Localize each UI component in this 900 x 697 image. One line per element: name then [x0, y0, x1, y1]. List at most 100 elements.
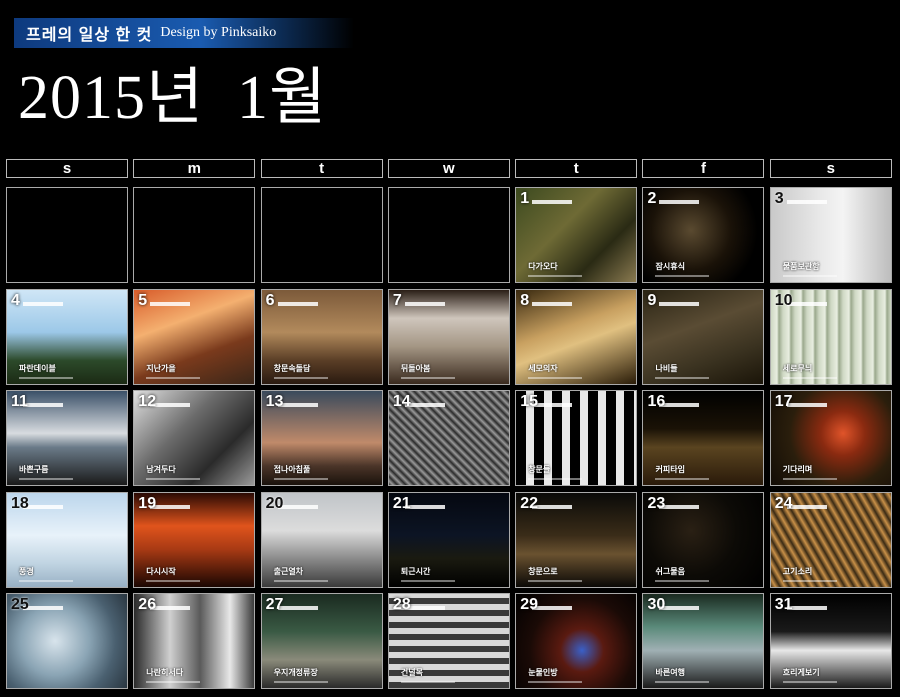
- weekday-header: s m t w t f s: [6, 159, 894, 179]
- photo-tag: [150, 403, 191, 407]
- day-caption: 다시시작: [146, 566, 176, 576]
- calendar-day-cell[interactable]: 12 남겨두다: [133, 390, 256, 486]
- calendar-day-cell[interactable]: 26 나란히서다: [133, 593, 256, 689]
- day-number: 8: [520, 291, 530, 309]
- caption-underline: [655, 478, 710, 480]
- caption-underline: [146, 681, 201, 683]
- day-number: 5: [138, 291, 148, 309]
- calendar-day-cell[interactable]: 9 나비들: [642, 288, 765, 385]
- caption-underline: [146, 579, 201, 582]
- calendar-day-cell[interactable]: 20 출근열차: [260, 491, 383, 588]
- day-number: 30: [647, 596, 666, 613]
- day-number: 21: [392, 494, 411, 512]
- day-caption: 쉬그물음: [655, 566, 685, 576]
- calendar-day-cell[interactable]: 19 다시시작: [133, 491, 256, 588]
- caption-underline: [528, 275, 583, 277]
- calendar-day-cell[interactable]: 8 세모의자: [515, 288, 638, 385]
- caption-underline: [782, 579, 837, 582]
- day-caption: 창문들: [528, 465, 551, 474]
- calendar-day-cell[interactable]: 3 물품보관함: [769, 187, 892, 283]
- calendar-day-cell[interactable]: 28 건널목: [387, 593, 510, 689]
- day-number: 4: [11, 291, 20, 309]
- day-caption: 창문속돌담: [273, 363, 311, 373]
- day-number: 13: [265, 393, 284, 410]
- day-number: 3: [774, 190, 784, 207]
- day-number: 27: [265, 596, 284, 613]
- caption-underline: [400, 376, 455, 379]
- calendar-day-cell[interactable]: 29 눈물인방: [515, 593, 638, 689]
- day-caption: 기다리며: [782, 465, 813, 474]
- day-caption: 바른여행: [655, 668, 685, 677]
- day-caption: 고기소리: [782, 566, 813, 576]
- day-number: 24: [774, 494, 793, 512]
- site-subtitle: Design by Pinksaiko: [160, 25, 277, 40]
- calendar-day-cell[interactable]: 21 퇴근시간: [387, 491, 510, 588]
- calendar-day-cell[interactable]: 1 다가오다: [515, 187, 638, 283]
- photo-tag: [659, 200, 700, 204]
- day-caption: 남겨두다: [146, 465, 176, 474]
- day-caption: 흐리게보기: [782, 668, 820, 677]
- caption-underline: [655, 681, 710, 683]
- photo-tag: [659, 403, 700, 407]
- calendar-day-cell[interactable]: 14: [387, 390, 510, 486]
- calendar-grid: 1 다가오다 2 잠시휴식 3 물품보관함 4 파란데이블 5 지난가을 6 창문속돌담 7 뒤돌아봄 8 세…: [6, 187, 894, 689]
- caption-underline: [146, 376, 201, 379]
- photo-tag: [532, 606, 573, 610]
- calendar-day-cell[interactable]: 24 고기소리: [769, 491, 892, 588]
- calendar-day-cell[interactable]: 30 바른여행: [642, 593, 765, 689]
- calendar-empty-cell: [260, 187, 383, 283]
- day-caption: 창문으로: [528, 566, 558, 576]
- calendar-day-cell[interactable]: 25: [6, 593, 128, 689]
- caption-underline: [400, 579, 455, 582]
- caption-underline: [782, 376, 837, 379]
- calendar-day-cell[interactable]: 22 창문으로: [515, 491, 638, 588]
- day-number: 14: [392, 393, 411, 410]
- caption-underline: [655, 376, 710, 379]
- day-caption: 우지개정류장: [273, 668, 318, 677]
- calendar-day-cell[interactable]: 18 풍경: [6, 491, 128, 588]
- day-number: 10: [774, 291, 793, 309]
- calendar-empty-cell: [387, 187, 510, 283]
- photo-tag: [277, 606, 318, 610]
- day-number: 22: [520, 494, 538, 512]
- calendar-day-cell[interactable]: 27 우지개정류장: [260, 593, 383, 689]
- caption-underline: [273, 681, 328, 683]
- caption-underline: [273, 376, 328, 379]
- calendar-day-cell[interactable]: 16 커피타임: [642, 390, 765, 486]
- day-number: 25: [11, 596, 29, 613]
- calendar-day-cell[interactable]: 13 접나아침풀: [260, 390, 383, 486]
- day-number: 29: [520, 596, 538, 613]
- photo-tag: [277, 403, 318, 407]
- caption-underline: [400, 681, 455, 683]
- calendar-day-cell[interactable]: 6 창문속돌담: [260, 288, 383, 385]
- photo-tag: [150, 504, 191, 509]
- caption-underline: [655, 579, 710, 582]
- day-number: 12: [138, 393, 157, 410]
- calendar-day-cell[interactable]: 4 파란데이블: [6, 288, 128, 385]
- day-caption: 뒤돌아봄: [400, 363, 431, 373]
- photo-tag: [150, 301, 191, 306]
- day-caption: 접나아침풀: [273, 465, 311, 474]
- day-caption: 세로무늬: [782, 363, 813, 373]
- caption-underline: [655, 275, 710, 277]
- calendar-day-cell[interactable]: 2 잠시휴식: [642, 187, 765, 283]
- calendar-day-cell[interactable]: 7 뒤돌아봄: [387, 288, 510, 385]
- calendar-day-cell[interactable]: 11 바쁜구름: [6, 390, 128, 486]
- photo-tag: [23, 301, 63, 306]
- calendar-day-cell[interactable]: 10 세로무늬: [769, 288, 892, 385]
- calendar-day-cell[interactable]: 5 지난가을: [133, 288, 256, 385]
- calendar-day-cell[interactable]: 31 흐리게보기: [769, 593, 892, 689]
- day-caption: 나란히서다: [146, 668, 184, 677]
- photo-tag: [277, 301, 318, 306]
- calendar-day-cell[interactable]: 17 기다리며: [769, 390, 892, 486]
- day-number: 15: [520, 393, 538, 410]
- weekday-thu: t: [515, 159, 638, 178]
- calendar-empty-cell: [6, 187, 128, 283]
- caption-underline: [528, 579, 583, 582]
- calendar-day-cell[interactable]: 23 쉬그물음: [642, 491, 765, 588]
- caption-underline: [19, 376, 73, 379]
- month-title: 2015년 1월: [18, 64, 328, 132]
- day-caption: 나비들: [655, 363, 678, 373]
- caption-underline: [528, 478, 583, 480]
- calendar-day-cell[interactable]: 15 창문들: [515, 390, 638, 486]
